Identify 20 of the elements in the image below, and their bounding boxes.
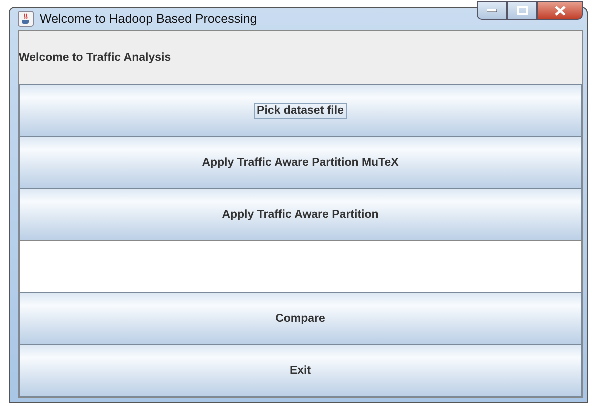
focus-ring: Pick dataset file <box>254 102 347 118</box>
text-area[interactable] <box>19 240 582 293</box>
close-button[interactable] <box>537 1 583 20</box>
minimize-button[interactable] <box>477 1 507 20</box>
heading: Welcome to Traffic Analysis <box>19 52 172 64</box>
action-button[interactable]: Compare <box>19 292 582 345</box>
focus-ring: Exit <box>288 364 312 378</box>
coffee-cup-icon <box>18 11 34 27</box>
minimize-icon <box>487 8 497 12</box>
action-button[interactable]: Pick dataset file <box>19 84 582 137</box>
action-button[interactable]: Apply Traffic Aware Partition <box>19 188 582 241</box>
focus-ring: Apply Traffic Aware Partition MuTeX <box>201 156 400 170</box>
action-button[interactable]: Exit <box>19 344 582 397</box>
window-title: Welcome to Hadoop Based Processing <box>40 12 258 26</box>
maximize-icon <box>516 6 528 15</box>
maximize-button[interactable] <box>507 1 537 20</box>
action-button[interactable]: Apply Traffic Aware Partition MuTeX <box>19 136 582 189</box>
focus-ring: Apply Traffic Aware Partition <box>221 208 380 222</box>
close-icon <box>554 6 566 16</box>
focus-ring: Compare <box>274 312 326 326</box>
